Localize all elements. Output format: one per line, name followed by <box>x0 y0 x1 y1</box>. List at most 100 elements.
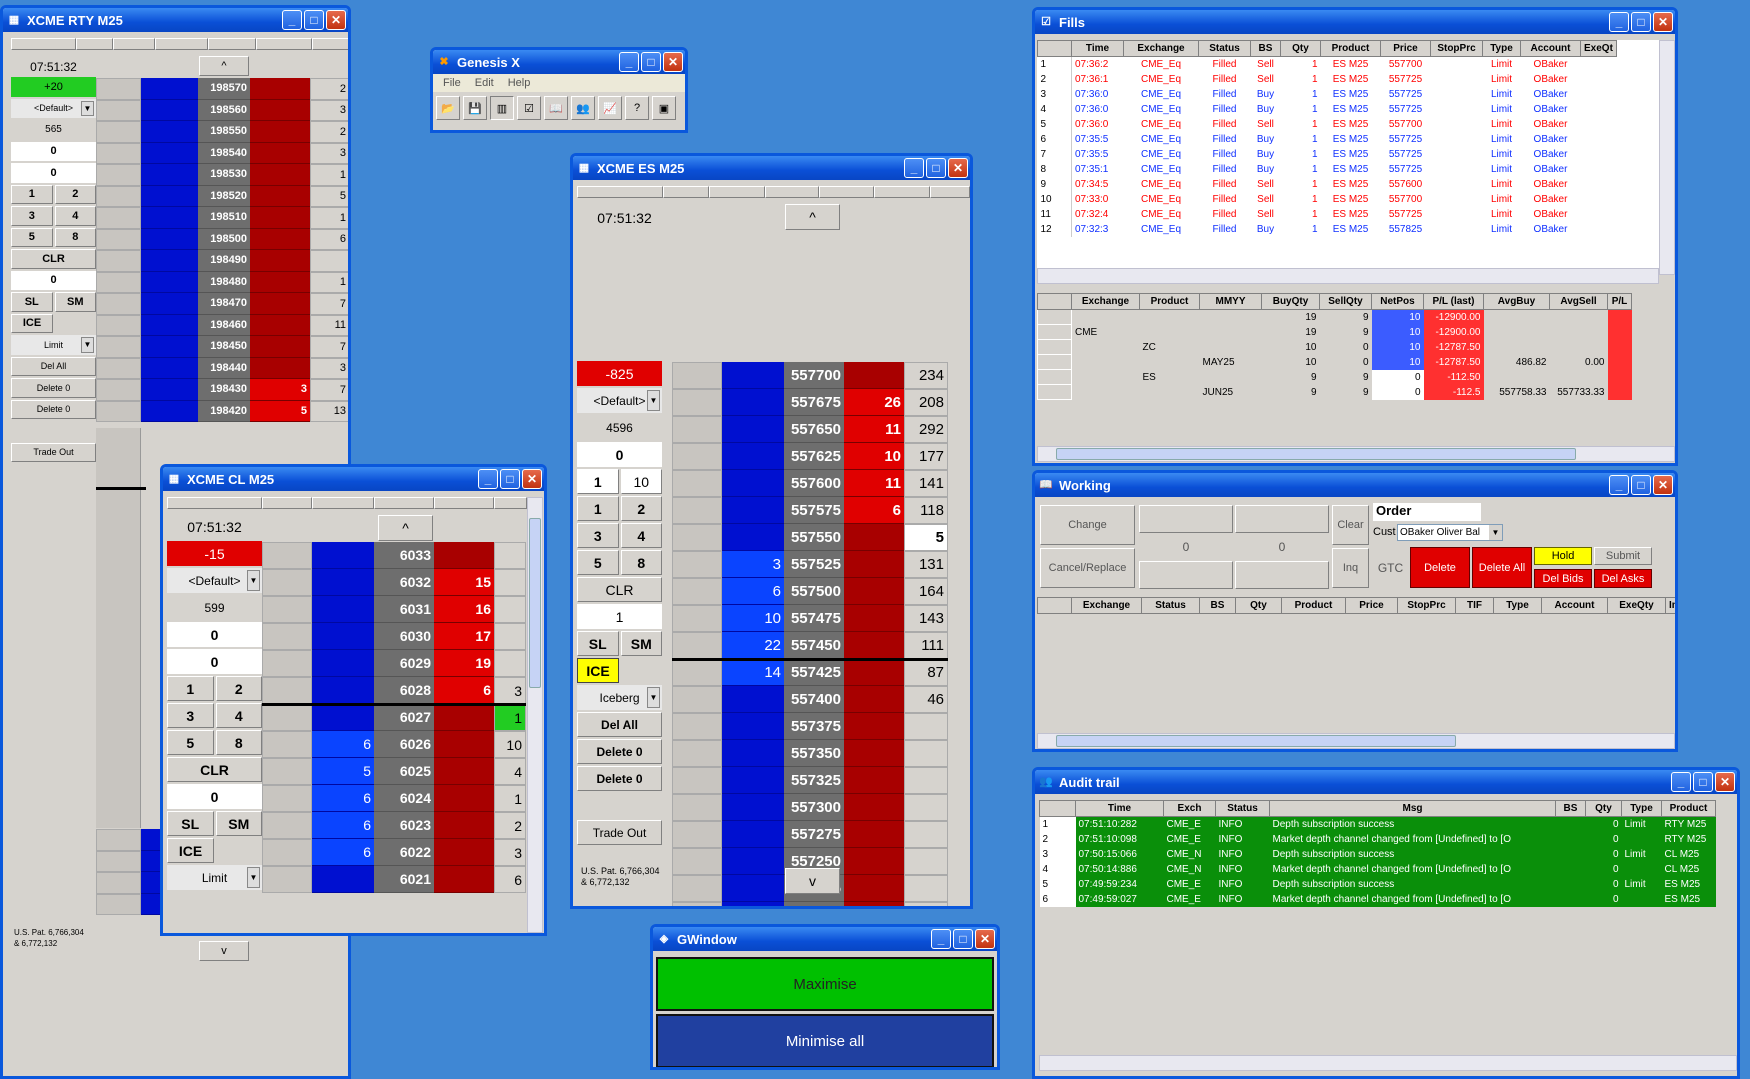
es-ladder-ask[interactable]: 11 <box>844 416 904 443</box>
rty-key-8[interactable]: 8 <box>54 227 96 247</box>
audit-column-header[interactable]: Time <box>1075 800 1164 817</box>
working-column-header[interactable]: StopPrc <box>1397 597 1456 614</box>
cl-ladder-ask[interactable] <box>434 704 494 731</box>
cl-ladder-my-orders[interactable] <box>262 731 312 758</box>
maximize-icon[interactable]: □ <box>1631 12 1651 32</box>
del-bids-button[interactable]: Del Bids <box>1534 569 1592 588</box>
rty-ladder-bid[interactable] <box>141 185 198 207</box>
cl-key-8[interactable]: 8 <box>215 730 262 755</box>
cl-titlebar[interactable]: ▦ XCME CL M25 _ □ ✕ <box>163 467 544 491</box>
es-ladder-ask[interactable] <box>844 875 904 902</box>
cl-ladder-my-orders[interactable] <box>262 677 312 704</box>
es-key-8[interactable]: 8 <box>620 550 662 575</box>
rty-ladder-my-orders[interactable] <box>96 78 141 100</box>
menu-edit[interactable]: Edit <box>475 77 494 89</box>
es-ladder-my-orders[interactable] <box>672 740 722 767</box>
es-ladder-ask[interactable]: 26 <box>844 389 904 416</box>
chevron-down-icon[interactable]: ▼ <box>1489 525 1502 540</box>
es-key-4[interactable]: 4 <box>620 523 662 548</box>
positions-column-header[interactable]: SellQty <box>1319 293 1372 310</box>
audit-table-row[interactable]: 1 07:51:10:282 CME_E INFO Depth subscription… <box>1039 816 1716 832</box>
positions-column-header[interactable]: Product <box>1139 293 1200 310</box>
positions-column-header[interactable]: P/L (last) <box>1423 293 1484 310</box>
cl-ladder-bid[interactable] <box>312 866 374 893</box>
cl-ladder-my-orders[interactable] <box>262 866 312 893</box>
fills-column-header[interactable]: Type <box>1482 40 1521 57</box>
minimize-icon[interactable]: _ <box>931 929 951 949</box>
es-ladder-my-orders[interactable] <box>672 821 722 848</box>
cl-scroll-thumb[interactable] <box>529 518 541 688</box>
cl-ladder-my-orders[interactable] <box>262 839 312 866</box>
change-button[interactable]: Change <box>1040 505 1135 545</box>
es-ladder-my-orders[interactable] <box>672 497 722 524</box>
es-ladder-bid[interactable] <box>722 470 784 497</box>
book-icon[interactable]: 📖 <box>544 96 568 120</box>
working-hscroll[interactable] <box>1037 733 1675 749</box>
es-ladder-my-orders[interactable] <box>672 767 722 794</box>
positions-column-header[interactable]: AvgBuy <box>1483 293 1550 310</box>
es-ladder-my-orders[interactable] <box>672 524 722 551</box>
cl-ladder-ask[interactable]: 19 <box>434 650 494 677</box>
es-ladder-ask[interactable] <box>844 362 904 389</box>
submit-button[interactable]: Submit <box>1594 547 1652 565</box>
es-ladder-bid[interactable] <box>722 686 784 713</box>
cl-qty-2[interactable]: 0 <box>167 649 262 674</box>
es-qty-3[interactable]: 1 <box>577 604 662 629</box>
es-ladder-ask[interactable]: 11 <box>844 470 904 497</box>
fills-table-row[interactable]: 3 07:36:0 CME_Eq Filled Buy 1 ES M25 557725 Limi… <box>1037 86 1617 102</box>
working-field-1[interactable] <box>1139 505 1233 533</box>
es-ladder-my-orders[interactable] <box>672 794 722 821</box>
fills-table-row[interactable]: 1 07:36:2 CME_Eq Filled Sell 1 ES M25 557700 Lim… <box>1037 56 1617 72</box>
close-icon[interactable]: ✕ <box>975 929 995 949</box>
es-ladder-my-orders[interactable] <box>672 551 722 578</box>
es-ladder-bid[interactable] <box>722 389 784 416</box>
cl-ladder-my-orders[interactable] <box>262 812 312 839</box>
es-ladder-my-orders[interactable] <box>672 416 722 443</box>
es-ladder-ask[interactable] <box>844 794 904 821</box>
rty-ladder-my-orders[interactable] <box>96 336 141 358</box>
fills-hscroll[interactable] <box>1037 268 1659 284</box>
rty-ladder-bid[interactable] <box>141 99 198 121</box>
audit-column-header[interactable]: Msg <box>1269 800 1556 817</box>
minimize-icon[interactable]: _ <box>619 52 639 72</box>
menu-help[interactable]: Help <box>508 77 531 89</box>
fills-column-header[interactable]: Qty <box>1280 40 1321 57</box>
working-field-3[interactable] <box>1235 505 1329 533</box>
rty-ladder-bid[interactable] <box>141 336 198 358</box>
rty-ladder-ask[interactable] <box>250 271 310 293</box>
rty-sm-button[interactable]: SM <box>54 292 96 312</box>
es-delete-0-button-b[interactable]: Delete 0 <box>577 766 662 791</box>
rty-ladder-my-orders[interactable] <box>96 872 141 894</box>
rty-ladder-bid[interactable] <box>141 271 198 293</box>
maximize-icon[interactable]: □ <box>953 929 973 949</box>
audit-table-row[interactable]: 4 07:50:14:886 CME_N INFO Market depth chann… <box>1039 861 1716 877</box>
audit-column-header[interactable]: Exch <box>1163 800 1216 817</box>
es-ladder-bid[interactable] <box>722 713 784 740</box>
rty-scroll-up-button[interactable]: ^ <box>199 56 249 76</box>
es-ladder-ask[interactable]: 10 <box>844 443 904 470</box>
rty-ladder-my-orders[interactable] <box>96 207 141 229</box>
rty-ladder-bid[interactable] <box>141 228 198 250</box>
working-column-header[interactable]: In <box>1665 597 1675 614</box>
rty-ladder-my-orders[interactable] <box>96 850 141 872</box>
es-qty-b[interactable]: 10 <box>620 469 662 494</box>
rty-ladder-my-orders[interactable] <box>96 228 141 250</box>
es-ladder-ask[interactable] <box>844 551 904 578</box>
positions-table-row[interactable]: MAY25 10 0 10 -12787.50 486.82 0.00 <box>1037 354 1632 370</box>
working-column-header[interactable]: TIF <box>1455 597 1494 614</box>
rty-ladder-bid[interactable] <box>141 314 198 336</box>
close-icon[interactable]: ✕ <box>1715 772 1735 792</box>
es-ladder-my-orders[interactable] <box>672 605 722 632</box>
cl-ladder-ask[interactable] <box>434 542 494 569</box>
es-ladder-bid[interactable] <box>722 443 784 470</box>
rty-ladder-bid[interactable] <box>141 357 198 379</box>
audit-column-header[interactable] <box>1039 800 1076 817</box>
delete-all-button[interactable]: Delete All <box>1472 547 1532 588</box>
es-ladder-bid[interactable] <box>722 848 784 875</box>
fills-column-header[interactable]: ExeQt <box>1580 40 1617 57</box>
es-ladder-my-orders[interactable] <box>672 902 722 906</box>
cl-ladder-ask[interactable]: 17 <box>434 623 494 650</box>
chevron-down-icon[interactable]: ▼ <box>81 100 94 116</box>
es-del-all-button[interactable]: Del All <box>577 712 662 737</box>
rty-ladder-my-orders[interactable] <box>96 121 141 143</box>
